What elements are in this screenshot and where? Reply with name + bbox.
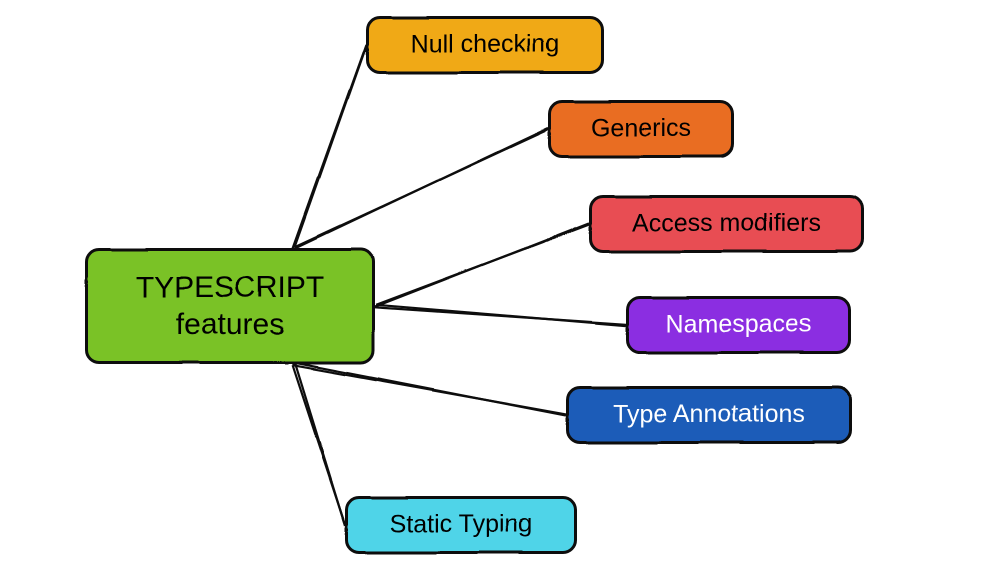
feature-access-modifiers: Access modifiers [589,195,864,253]
feature-namespaces: Namespaces [626,296,851,354]
feature-null-checking: Null checking [366,16,604,74]
feature-static-typing: Static Typing [345,496,577,554]
feature-generics: Generics [548,100,734,158]
central-node-typescript-features: TYPESCRIPT features [85,248,375,364]
feature-type-annotations: Type Annotations [566,386,852,444]
typescript-features-diagram: TYPESCRIPT features Null checking Generi… [0,0,1000,578]
